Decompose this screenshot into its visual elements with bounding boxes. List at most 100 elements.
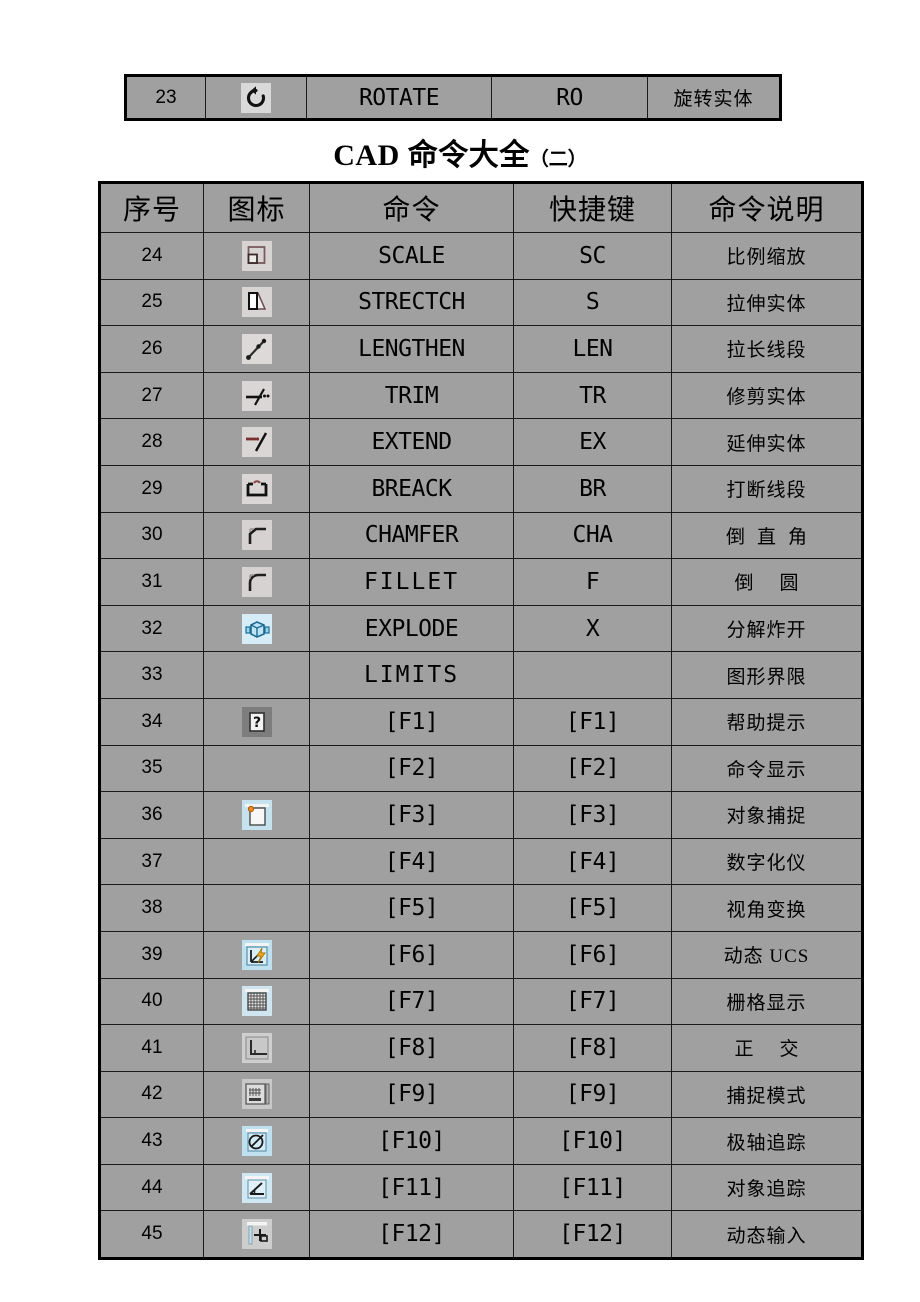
row-number: 37 — [99, 837, 204, 886]
column-header-command: 命令 — [309, 182, 514, 233]
row-command: FILLET — [309, 558, 514, 606]
row-shortcut: EX — [513, 418, 672, 466]
row-icon-cell — [203, 604, 310, 653]
row-shortcut: [F2] — [513, 744, 672, 793]
row-command: LIMITS — [309, 651, 514, 699]
row-description: 延伸实体 — [671, 418, 863, 466]
row-number: 31 — [99, 558, 204, 606]
row-icon-cell: ? — [203, 697, 310, 746]
row-command: STRECTCH — [309, 278, 514, 327]
snap-icon — [241, 1079, 272, 1110]
column-header-description: 命令说明 — [671, 182, 863, 233]
row-description: 分解炸开 — [671, 604, 863, 653]
trim-icon — [241, 380, 272, 411]
row-icon-cell — [203, 1024, 310, 1072]
page-title-main: CAD 命令大全 — [333, 139, 530, 172]
row-description: 修剪实体 — [671, 371, 863, 420]
table-row: 27 TRIM TR 修剪实体 — [99, 371, 863, 420]
fillet-icon — [241, 566, 272, 597]
table-row: 44 [F11] [F11] 对象追踪 — [99, 1163, 863, 1212]
scale-icon — [241, 240, 272, 271]
row-icon-cell — [203, 1117, 310, 1165]
row-number: 32 — [99, 604, 204, 653]
row-icon-cell — [203, 651, 310, 699]
row-icon-cell — [203, 232, 310, 280]
row-number: 41 — [99, 1024, 204, 1072]
row-number: 39 — [99, 930, 204, 979]
rotate-icon — [241, 82, 271, 113]
row-command: ROTATE — [306, 75, 492, 120]
row-number: 27 — [99, 371, 204, 420]
row-command: EXTEND — [309, 418, 514, 466]
extend-icon — [241, 427, 272, 458]
row-icon-cell — [203, 418, 310, 466]
row-description: 栅格显示 — [671, 977, 863, 1026]
help-icon: ? — [241, 706, 272, 737]
row-number: 24 — [99, 232, 204, 280]
table-row: 39 [F6] [F6] 动态 UCS — [99, 930, 863, 979]
row-description: 帮助提示 — [671, 697, 863, 746]
row-description: 比例缩放 — [671, 232, 863, 280]
row-icon-cell — [203, 464, 310, 513]
row-number: 45 — [99, 1210, 204, 1260]
grid-icon — [241, 986, 272, 1017]
row-command: SCALE — [309, 232, 514, 280]
row-number: 23 — [125, 75, 206, 120]
table-row: 24 SCALE SC 比例缩放 — [99, 232, 863, 280]
row-icon-cell — [203, 1163, 310, 1212]
osnap-icon — [241, 799, 272, 830]
row-command: CHAMFER — [309, 511, 514, 560]
chamfer-icon — [241, 520, 272, 551]
row-shortcut: LEN — [513, 325, 672, 373]
row-icon-cell — [203, 930, 310, 979]
svg-text:?: ? — [252, 715, 260, 731]
row-command: LENGTHEN — [309, 325, 514, 373]
row-description: 对象追踪 — [671, 1163, 863, 1212]
top-partial-table: 23 ROTATE RO 旋转实体 — [124, 74, 782, 121]
main-table-wrapper: 序号 图标 命令 快捷键 命令说明 24 SCALE SC 比例缩放 25 STREC… — [98, 181, 864, 1261]
dyninput-icon — [241, 1219, 272, 1250]
explode-icon — [241, 613, 272, 644]
row-number: 25 — [99, 278, 204, 327]
row-shortcut: F — [513, 558, 672, 606]
row-shortcut: SC — [513, 232, 672, 280]
row-description: 拉长线段 — [671, 325, 863, 373]
row-icon-cell — [203, 977, 310, 1026]
row-description: 打断线段 — [671, 464, 863, 513]
row-command: [F6] — [309, 930, 514, 979]
row-command: [F8] — [309, 1024, 514, 1072]
row-description: 极轴追踪 — [671, 1117, 863, 1165]
row-number: 40 — [99, 977, 204, 1026]
row-command: [F2] — [309, 744, 514, 793]
table-row: 33 LIMITS 图形界限 — [99, 651, 863, 699]
row-icon-cell — [203, 558, 310, 606]
row-shortcut: [F10] — [513, 1117, 672, 1165]
row-icon-cell — [203, 278, 310, 327]
table-row: 40 [F7] [F7] 栅格显示 — [99, 977, 863, 1026]
row-description: 倒直角 — [671, 511, 863, 560]
row-description: 视角变换 — [671, 884, 863, 932]
row-icon-cell — [203, 791, 310, 839]
row-shortcut: [F6] — [513, 930, 672, 979]
table-row: 26 LENGTHEN LEN 拉长线段 — [99, 325, 863, 373]
table-row: 32 EXPLODE X 分解炸开 — [99, 604, 863, 653]
page-title: CAD 命令大全（二） — [0, 137, 920, 179]
row-description: 旋转实体 — [647, 75, 781, 120]
table-row: 28 EXTEND EX 延伸实体 — [99, 418, 863, 466]
row-description: 命令显示 — [671, 744, 863, 793]
row-command: [F11] — [309, 1163, 514, 1212]
row-description: 倒圆 — [671, 558, 863, 606]
table-row: 37 [F4] [F4] 数字化仪 — [99, 837, 863, 886]
row-command: [F9] — [309, 1070, 514, 1119]
column-header-shortcut: 快捷键 — [513, 182, 672, 233]
table-row: 41 [F8] [F8] 正交 — [99, 1024, 863, 1072]
table-row: 42 [F9] [F9] 捕捉模式 — [99, 1070, 863, 1119]
row-number: 28 — [99, 418, 204, 466]
row-icon-cell — [203, 371, 310, 420]
row-shortcut: [F7] — [513, 977, 672, 1026]
row-number: 38 — [99, 884, 204, 932]
row-number: 42 — [99, 1070, 204, 1119]
row-description: 数字化仪 — [671, 837, 863, 886]
table-row: 23 ROTATE RO 旋转实体 — [125, 75, 781, 120]
row-command: [F7] — [309, 977, 514, 1026]
